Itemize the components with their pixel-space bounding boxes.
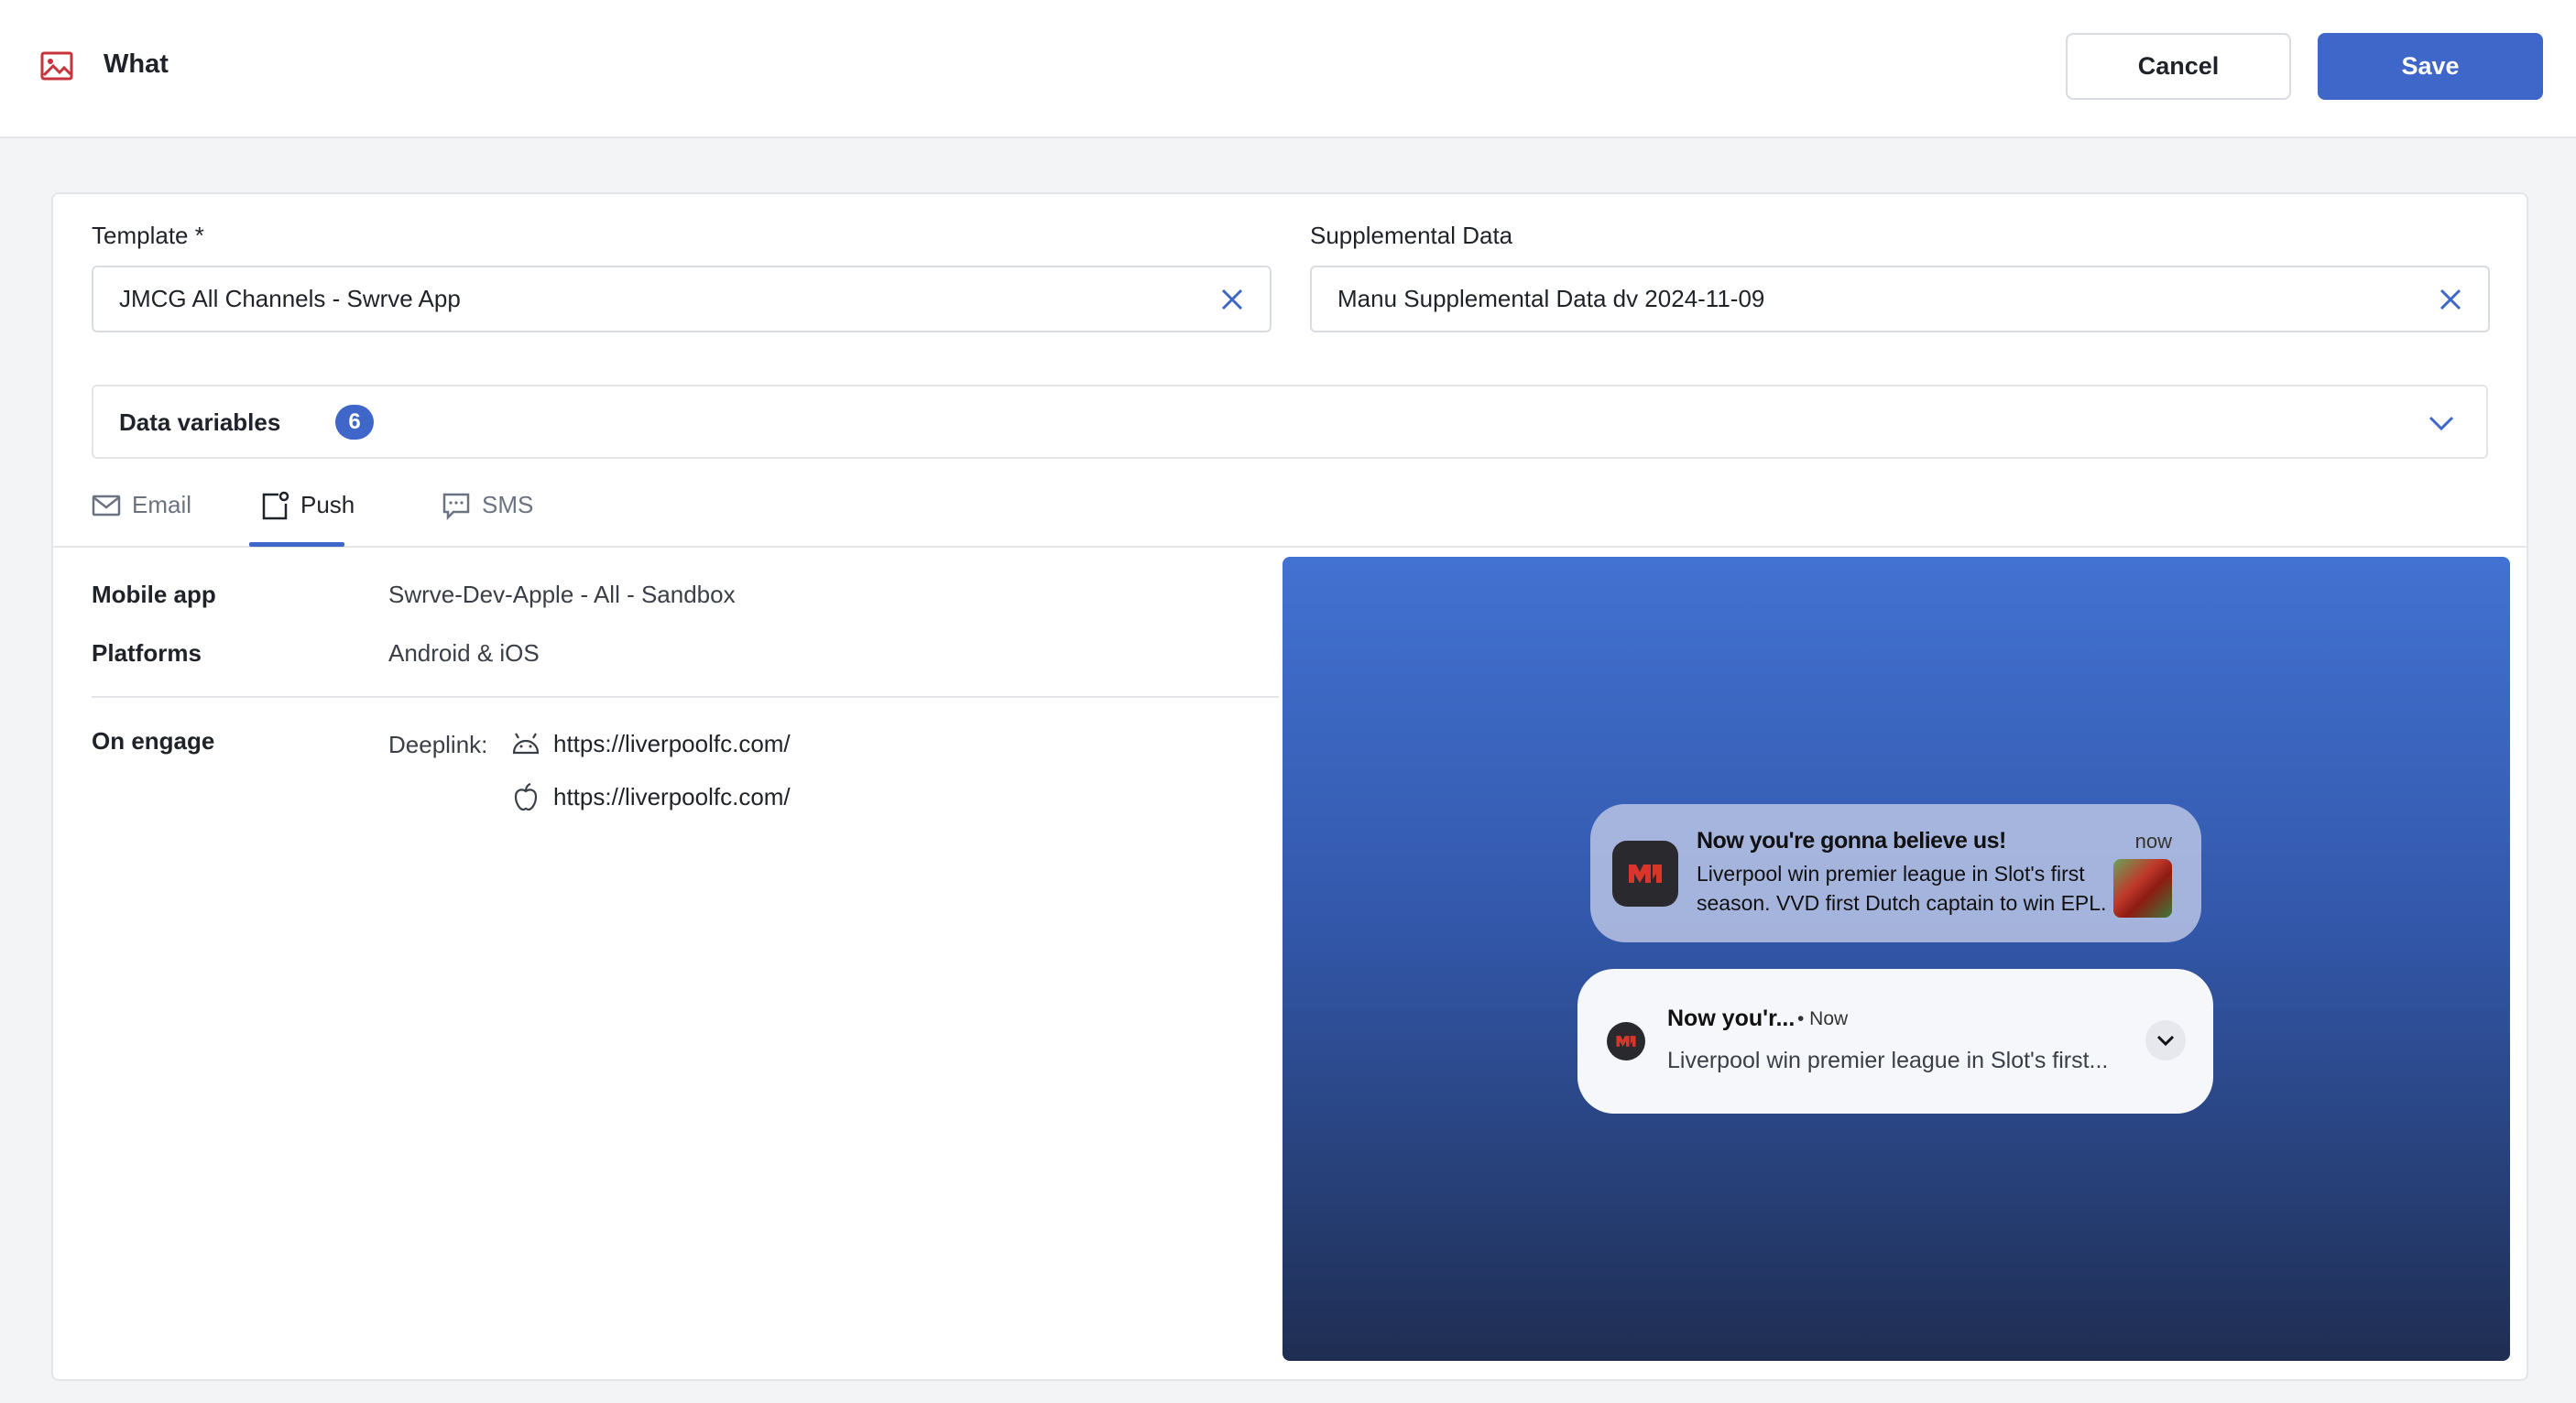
app-logo-icon [1612, 841, 1678, 907]
page-header: What Cancel Save [0, 0, 2576, 138]
ios-notification-preview: Now you're gonna believe us! now Liverpo… [1590, 804, 2201, 942]
chevron-down-icon[interactable] [2428, 412, 2455, 434]
apple-icon [514, 782, 538, 811]
ios-notification-title: Now you're gonna believe us! [1697, 828, 2006, 854]
content-card: Template * JMCG All Channels - Swrve App… [51, 192, 2528, 1381]
mobile-app-label: Mobile app [92, 581, 216, 608]
android-notification-preview: Now you'r... • Now Liverpool win premier… [1577, 969, 2213, 1114]
chevron-down-icon [2156, 1035, 2175, 1047]
push-notification-icon [262, 491, 289, 520]
android-notification-time: • Now [1797, 1008, 1849, 1029]
channel-tabs: Email Push SMS [53, 478, 2527, 548]
save-button[interactable]: Save [2318, 33, 2543, 100]
expand-notification-button[interactable] [2145, 1020, 2186, 1060]
chat-bubble-icon [442, 493, 470, 520]
supplemental-data-value: Manu Supplemental Data dv 2024-11-09 [1337, 285, 1765, 312]
android-deeplink-url: https://liverpoolfc.com/ [553, 729, 791, 757]
platforms-label: Platforms [92, 639, 202, 667]
platforms-value: Android & iOS [388, 639, 540, 667]
supplemental-data-label: Supplemental Data [1310, 222, 1513, 249]
data-variables-count-badge: 6 [335, 405, 374, 440]
ios-notification-time: now [2134, 830, 2172, 853]
deeplink-label: Deeplink: [388, 731, 488, 758]
active-tab-indicator [249, 542, 344, 547]
tab-push[interactable]: Push [260, 491, 355, 548]
notification-thumbnail [2113, 859, 2172, 918]
mobile-app-value: Swrve-Dev-Apple - All - Sandbox [388, 581, 736, 608]
supplemental-data-select[interactable]: Manu Supplemental Data dv 2024-11-09 [1310, 266, 2490, 332]
app-logo-icon [1607, 1022, 1645, 1060]
tab-sms-label: SMS [482, 491, 534, 518]
ios-deeplink: https://liverpoolfc.com/ [511, 782, 791, 811]
android-notification-body: Liverpool win premier league in Slot's f… [1667, 1048, 2109, 1073]
app-logo-mark [1616, 1036, 1636, 1047]
template-label: Template * [92, 222, 204, 249]
clear-supplemental-icon[interactable] [2439, 288, 2462, 311]
tab-push-label: Push [300, 491, 355, 518]
template-value: JMCG All Channels - Swrve App [119, 285, 461, 312]
on-engage-label: On engage [92, 727, 215, 755]
envelope-icon [92, 495, 121, 517]
clear-template-icon[interactable] [1220, 288, 1244, 311]
data-variables-label: Data variables [119, 408, 281, 436]
template-select[interactable]: JMCG All Channels - Swrve App [92, 266, 1272, 332]
app-logo-mark [1629, 865, 1662, 883]
tab-sms[interactable]: SMS [442, 491, 533, 548]
tab-email[interactable]: Email [92, 491, 191, 548]
cancel-button[interactable]: Cancel [2066, 33, 2291, 100]
section-divider [92, 696, 1279, 698]
android-deeplink: https://liverpoolfc.com/ [511, 729, 791, 758]
tab-email-label: Email [132, 491, 192, 518]
ios-notification-body: Liverpool win premier league in Slot's f… [1697, 862, 2107, 915]
android-notification-title: Now you'r... [1667, 1006, 1796, 1031]
android-icon [512, 733, 540, 755]
ios-deeplink-url: https://liverpoolfc.com/ [553, 782, 791, 810]
page-title: What [104, 49, 169, 79]
data-variables-accordion[interactable]: Data variables 6 [92, 385, 2488, 459]
image-icon [40, 51, 73, 81]
push-preview: Now you're gonna believe us! now Liverpo… [1283, 557, 2510, 1361]
